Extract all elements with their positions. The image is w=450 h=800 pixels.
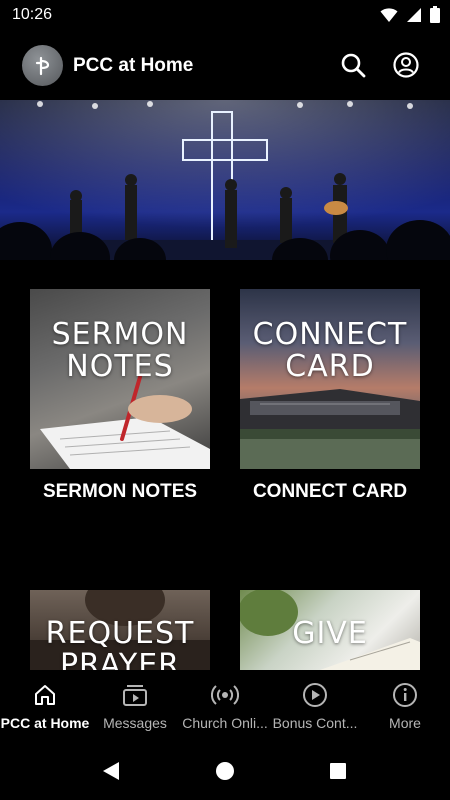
- battery-icon: [430, 6, 440, 28]
- back-triangle-icon: [103, 762, 119, 780]
- nav-item-messages[interactable]: Messages: [90, 670, 180, 740]
- broadcast-icon: [211, 682, 239, 708]
- worship-stage-image: [0, 100, 450, 260]
- sermon-notes-image: SERMON NOTES: [30, 289, 210, 469]
- recents-square-icon: [330, 763, 346, 779]
- request-prayer-image: REQUEST PRAYER: [30, 590, 210, 670]
- card-overlay-line2: CARD: [285, 349, 375, 384]
- card-overlay-line1: GIVE: [292, 616, 368, 651]
- account-circle-icon: [393, 52, 419, 78]
- hero-banner: [0, 100, 450, 260]
- connect-card-card[interactable]: CONNECT CARD CONNECT CARD: [240, 289, 420, 502]
- nav-item-church-online[interactable]: Church Onli...: [180, 670, 270, 740]
- card-overlay-line2: NOTES: [66, 349, 174, 384]
- search-button[interactable]: [338, 50, 368, 80]
- status-icons: [380, 6, 440, 28]
- church-logo: [22, 45, 63, 86]
- card-label: SERMON NOTES: [42, 481, 198, 502]
- nav-item-more[interactable]: More: [360, 670, 450, 740]
- status-time: 10:26: [12, 6, 53, 23]
- home-icon: [33, 682, 57, 708]
- bottom-navigation: PCC at Home Messages Church Onli... Bonu…: [0, 670, 450, 740]
- nav-item-home[interactable]: PCC at Home: [0, 670, 90, 740]
- wifi-icon: [380, 7, 398, 28]
- play-circle-icon: [302, 682, 328, 708]
- nav-label: Church Onli...: [182, 715, 268, 731]
- card-overlay-line2: PRAYER: [59, 648, 181, 671]
- home-circle-icon: [216, 762, 234, 780]
- cell-signal-icon: [406, 7, 422, 28]
- status-bar: 10:26: [0, 0, 450, 32]
- card-overlay-line1: CONNECT: [252, 317, 408, 352]
- card-overlay-line1: SERMON: [51, 317, 189, 352]
- system-navigation-bar: [0, 740, 450, 800]
- recents-button[interactable]: [325, 758, 351, 784]
- sermon-notes-card[interactable]: SERMON NOTES SERMON NOTES: [30, 289, 210, 502]
- info-icon: [392, 682, 418, 708]
- card-overlay-line1: REQUEST: [45, 616, 195, 651]
- account-button[interactable]: [391, 50, 421, 80]
- search-icon: [341, 53, 366, 78]
- nav-item-bonus-content[interactable]: Bonus Cont...: [270, 670, 360, 740]
- app-bar: PCC at Home: [0, 32, 450, 100]
- video-library-icon: [122, 682, 148, 708]
- nav-label: Messages: [103, 715, 167, 731]
- app-title: PCC at Home: [73, 55, 194, 76]
- pcc-logo-icon: [35, 56, 49, 75]
- card-label: CONNECT CARD: [252, 481, 408, 502]
- nav-label: Bonus Cont...: [272, 715, 358, 731]
- back-button[interactable]: [98, 758, 124, 784]
- request-prayer-card[interactable]: REQUEST PRAYER: [30, 590, 210, 670]
- give-image: GIVE: [240, 590, 420, 670]
- connect-card-image: CONNECT CARD: [240, 289, 420, 469]
- home-system-button[interactable]: [212, 758, 238, 784]
- give-card[interactable]: GIVE: [240, 590, 420, 670]
- nav-label: More: [389, 715, 421, 731]
- nav-label: PCC at Home: [0, 715, 90, 731]
